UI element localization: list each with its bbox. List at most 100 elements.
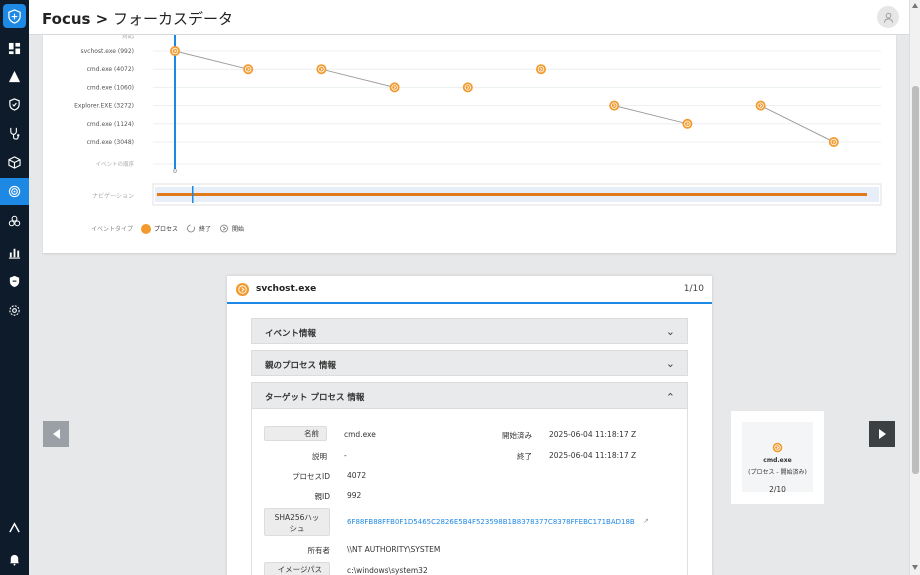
- header: Focus > フォーカスデータ: [29, 0, 909, 35]
- event-dot: [316, 64, 327, 75]
- process-event-icon: [772, 442, 783, 453]
- desc-value: -: [344, 451, 347, 460]
- event-link: [174, 50, 249, 70]
- scroll-thumb[interactable]: [912, 86, 919, 474]
- desc-label: 説明: [312, 452, 327, 461]
- external-link-icon[interactable]: ↗: [643, 517, 649, 525]
- event-dot: [536, 64, 546, 75]
- target-process-body: 名前 cmd.exe 開始済み 2025-06-04 11:18:17 Z 説明…: [251, 409, 688, 575]
- dashboard-icon[interactable]: [0, 35, 29, 62]
- event-dot: [682, 118, 693, 129]
- event-marker[interactable]: [536, 64, 546, 75]
- section-parent-process-label: 親のプロセス 情報: [265, 361, 336, 371]
- event-marker[interactable]: [682, 118, 693, 129]
- title-focus[interactable]: Focus >: [42, 10, 108, 28]
- event-dot: [170, 46, 180, 56]
- detail-header: svchost.exe 1/10: [227, 276, 712, 304]
- pid-value: 4072: [347, 471, 367, 480]
- scroll-down-icon[interactable]: [912, 565, 918, 570]
- next-event-button[interactable]: [869, 421, 895, 447]
- prev-event-button[interactable]: [43, 421, 69, 447]
- started-label: 開始済み: [502, 431, 532, 440]
- shield-icon[interactable]: [0, 91, 29, 118]
- timeline-card: 対応 svchost.exe (992) cmd.exe (4072) cmd.ex…: [43, 35, 896, 253]
- chevron-down-icon: ⌄: [665, 357, 675, 370]
- ppid-label: 親ID: [314, 492, 331, 501]
- sidebar: [0, 0, 29, 575]
- row-label: svchost.exe (992): [80, 48, 134, 55]
- event-marker[interactable]: [828, 137, 839, 147]
- sha256-label-line1: SHA256ハッ: [274, 513, 320, 522]
- detail-title: svchost.exe: [256, 284, 317, 294]
- event-dot: [828, 137, 839, 147]
- next-event-card[interactable]: cmd.exe (プロセス - 開始済み) 2/10: [731, 411, 824, 504]
- event-marker[interactable]: [316, 64, 327, 75]
- scroll-up-icon[interactable]: [912, 3, 918, 8]
- section-parent-process[interactable]: 親のプロセス 情報 ⌄: [251, 350, 688, 376]
- bell-icon[interactable]: [0, 546, 29, 573]
- event-link: [321, 68, 395, 88]
- event-marker[interactable]: [170, 46, 180, 56]
- row-label: cmd.exe (1060): [87, 84, 134, 91]
- alert-icon[interactable]: [0, 63, 29, 90]
- legend-start: 開始: [232, 225, 244, 233]
- legend-title: イベントタイプ: [91, 225, 133, 233]
- page-scrollbar[interactable]: [909, 0, 920, 575]
- event-dot: [462, 82, 473, 93]
- report-icon[interactable]: [0, 239, 29, 266]
- navigation-cursor[interactable]: [192, 186, 194, 203]
- policy-icon[interactable]: [0, 268, 29, 295]
- event-marker[interactable]: [755, 100, 766, 111]
- process-event-icon: [235, 282, 250, 297]
- image-path-value: c:\windows\system32: [347, 566, 428, 575]
- section-target-process[interactable]: ターゲット プロセス 情報 ⌃: [251, 382, 688, 409]
- pid-label: プロセスID: [292, 472, 330, 481]
- biohazard-icon[interactable]: [0, 208, 29, 235]
- user-avatar-icon[interactable]: [877, 6, 899, 28]
- event-marker[interactable]: [462, 82, 473, 93]
- stethoscope-icon[interactable]: [0, 120, 29, 147]
- image-path-label: イメージパス: [264, 562, 330, 575]
- event-detail-card: svchost.exe 1/10 イベント情報 ⌄ 親のプロセス 情報 ⌄ ター…: [227, 275, 712, 575]
- ppid-value: 992: [347, 491, 362, 500]
- cube-icon[interactable]: [0, 149, 29, 176]
- section-event-info-label: イベント情報: [265, 329, 317, 339]
- started-value: 2025-06-04 11:18:17 Z: [549, 430, 637, 439]
- detail-count: 1/10: [683, 284, 704, 294]
- event-dot: [609, 100, 620, 111]
- focus-icon[interactable]: [0, 178, 29, 205]
- chevron-up-icon: ⌃: [665, 391, 675, 404]
- next-event-inner: cmd.exe (プロセス - 開始済み) 2/10: [742, 422, 813, 494]
- title-page: フォーカスデータ: [108, 10, 234, 28]
- name-field-label: 名前: [264, 426, 327, 441]
- legend-start-arrow: [222, 226, 227, 231]
- order-tick: 0: [173, 168, 177, 175]
- order-label: イベントの順序: [95, 160, 134, 168]
- next-event-name: cmd.exe: [763, 457, 792, 464]
- sha256-link[interactable]: 6F88FB88FFB0F1D5465C2826E5B4F523598B1B83…: [347, 518, 635, 526]
- legend-end-icon: [187, 224, 195, 233]
- event-marker[interactable]: [389, 82, 400, 93]
- next-event-sub: (プロセス - 開始済み): [748, 469, 807, 476]
- arrow-right-icon: [878, 429, 886, 439]
- event-marker[interactable]: [243, 64, 254, 75]
- row-label: cmd.exe (3048): [87, 139, 134, 146]
- app-logo-icon[interactable]: [3, 4, 26, 28]
- top-row-label: 対応: [122, 35, 134, 40]
- collapse-icon[interactable]: [0, 514, 29, 541]
- legend-process: プロセス: [154, 226, 178, 233]
- row-label: cmd.exe (1124): [87, 121, 134, 128]
- event-link: [614, 105, 688, 125]
- arrow-left-icon: [52, 429, 60, 439]
- legend-start-icon: [220, 224, 228, 233]
- settings-icon[interactable]: [0, 297, 29, 324]
- section-target-process-label: ターゲット プロセス 情報: [265, 393, 365, 403]
- event-dot: [755, 100, 766, 111]
- sha256-label-line2: シュ: [289, 524, 305, 533]
- navigation-label: ナビゲーション: [92, 192, 134, 200]
- event-marker[interactable]: [609, 100, 620, 111]
- page-title: Focus > フォーカスデータ: [42, 8, 233, 29]
- section-event-info[interactable]: イベント情報 ⌄: [251, 318, 688, 344]
- end-label: 終了: [517, 452, 532, 461]
- next-event-count: 2/10: [769, 485, 786, 494]
